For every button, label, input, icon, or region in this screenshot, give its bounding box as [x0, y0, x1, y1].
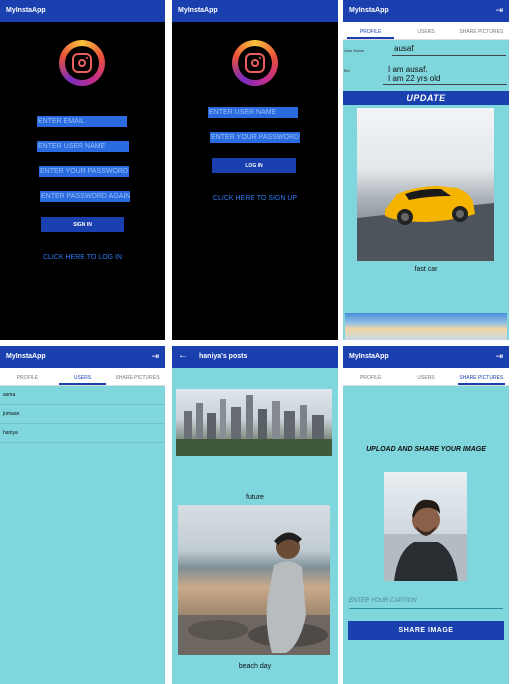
email-field[interactable]: ENTER EMAIL: [37, 116, 127, 127]
back-arrow-icon[interactable]: ←: [178, 350, 188, 361]
app-title: MyInstaApp: [6, 353, 46, 360]
city-photo[interactable]: [176, 389, 332, 456]
sign-in-button[interactable]: SIGN IN: [41, 217, 124, 232]
profile-screen: MyInstaApp ⇥ PROFILE USERS SHARE PICTURE…: [343, 0, 509, 340]
app-bar: MyInstaApp ⇥: [343, 0, 509, 22]
bio-line-1[interactable]: I am ausaf.: [388, 65, 428, 74]
tab-profile[interactable]: PROFILE: [343, 368, 398, 385]
logout-icon[interactable]: ⇥: [151, 351, 159, 362]
post-caption: future: [246, 494, 264, 501]
fast-car-photo[interactable]: [357, 108, 494, 261]
password-again-field[interactable]: ENTER PASSWORD AGAIN: [40, 191, 130, 202]
login-link[interactable]: CLICK HERE TO LOG IN: [0, 254, 165, 261]
tab-bar: PROFILE USERS SHARE PICTURES: [0, 368, 165, 386]
tab-users[interactable]: USERS: [398, 368, 453, 385]
login-screen: MyInstaApp ENTER USER NAME ENTER YOUR PA…: [172, 0, 338, 340]
tab-users[interactable]: USERS: [55, 368, 110, 385]
instagram-logo-icon: [232, 40, 278, 86]
tab-bar: PROFILE USERS SHARE PICTURES: [343, 368, 509, 386]
signup-screen: MyInstaApp ENTER EMAIL ENTER USER NAME E…: [0, 0, 165, 340]
caption-input[interactable]: ENTER YOUR CAPTION: [349, 598, 503, 604]
tab-share-pictures[interactable]: SHARE PICTURES: [110, 368, 165, 385]
password-field[interactable]: ENTER YOUR PASSWORD: [39, 166, 129, 177]
app-title: MyInstaApp: [178, 7, 218, 14]
tab-users[interactable]: USERS: [398, 22, 453, 39]
app-title: MyInstaApp: [349, 353, 389, 360]
username-label: User Name: [344, 48, 365, 53]
selected-image-preview[interactable]: [384, 472, 467, 581]
app-title: MyInstaApp: [349, 7, 389, 14]
caption-underline: [349, 608, 503, 609]
app-bar: MyInstaApp: [0, 0, 165, 22]
user-list-item[interactable]: jumaan: [0, 405, 165, 424]
instagram-logo-icon: [59, 40, 105, 86]
posts-title: haniya's posts: [199, 353, 248, 360]
tab-share-pictures[interactable]: SHARE PICTURES: [454, 22, 509, 39]
user-list-item[interactable]: asma: [0, 386, 165, 405]
second-post-photo[interactable]: [345, 313, 507, 340]
upload-heading: UPLOAD AND SHARE YOUR IMAGE: [366, 446, 486, 453]
bio-label: Bio: [344, 68, 350, 73]
tab-bar: PROFILE USERS SHARE PICTURES: [343, 22, 509, 40]
post-caption: fast car: [414, 266, 438, 273]
signup-link[interactable]: CLICK HERE TO SIGN UP: [172, 195, 338, 202]
app-title: MyInstaApp: [6, 7, 46, 14]
bio-line-2[interactable]: I am 22 yrs old: [388, 74, 440, 83]
password-field[interactable]: ENTER YOUR PASSWORD: [210, 132, 300, 143]
tab-profile[interactable]: PROFILE: [343, 22, 398, 39]
beach-photo[interactable]: [178, 505, 330, 655]
logout-icon[interactable]: ⇥: [495, 5, 503, 16]
app-bar: MyInstaApp ⇥: [343, 346, 509, 368]
tab-share-pictures[interactable]: SHARE PICTURES: [454, 368, 509, 385]
user-posts-screen: ← haniya's posts future beach day: [172, 346, 338, 684]
post-caption: beach day: [238, 663, 272, 670]
log-in-button[interactable]: LOG IN: [212, 158, 296, 173]
app-bar: MyInstaApp ⇥: [0, 346, 165, 368]
username-underline: [392, 55, 506, 56]
username-value[interactable]: ausaf: [394, 44, 414, 53]
username-field[interactable]: ENTER USER NAME: [37, 141, 129, 152]
bio-underline: [383, 84, 507, 85]
users-screen: MyInstaApp ⇥ PROFILE USERS SHARE PICTURE…: [0, 346, 165, 684]
update-button[interactable]: UPDATE: [343, 91, 509, 105]
share-image-button[interactable]: SHARE IMAGE: [348, 621, 504, 640]
share-pictures-screen: MyInstaApp ⇥ PROFILE USERS SHARE PICTURE…: [343, 346, 509, 684]
username-field[interactable]: ENTER USER NAME: [208, 107, 298, 118]
tab-profile[interactable]: PROFILE: [0, 368, 55, 385]
user-list-item[interactable]: haniya: [0, 424, 165, 443]
app-bar: ← haniya's posts: [172, 346, 338, 368]
logout-icon[interactable]: ⇥: [495, 351, 503, 362]
app-bar: MyInstaApp: [172, 0, 338, 22]
